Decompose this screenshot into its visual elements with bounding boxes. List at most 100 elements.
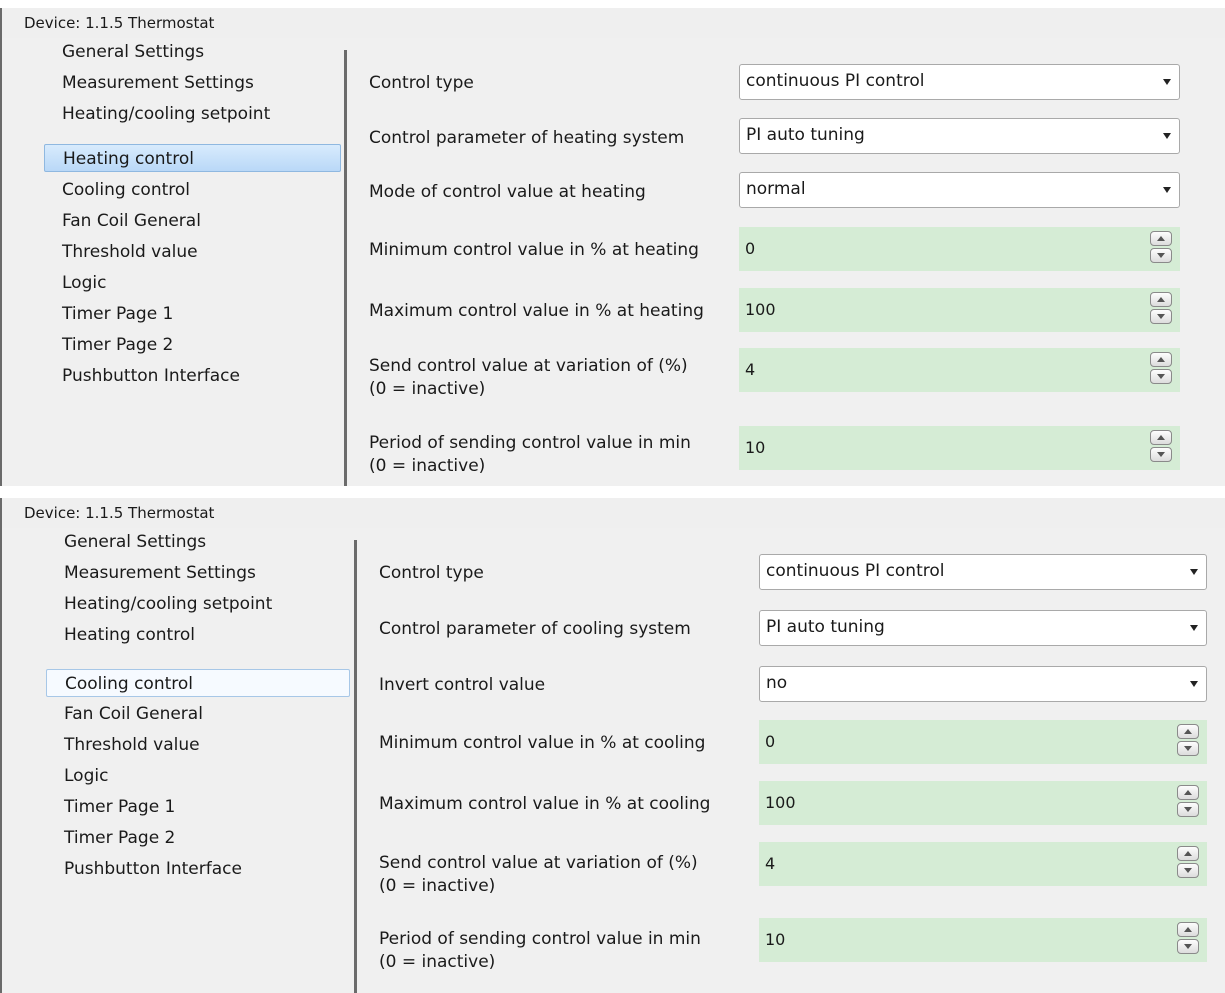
param-label-minimum-control-value: Minimum control value in % at heating [369, 240, 699, 260]
minimum-control-value-field[interactable]: 0 [759, 720, 1207, 764]
param-label-period-of-sending: Period of sending control value in min (… [369, 432, 691, 478]
param-label-period-of-sending: Period of sending control value in min (… [379, 928, 701, 974]
chevron-down-icon [1163, 133, 1171, 139]
arrow-up-icon[interactable] [1150, 231, 1172, 246]
period-of-sending-line2: (0 = inactive) [379, 952, 496, 972]
spinner [1150, 430, 1174, 464]
minimum-control-value-field[interactable]: 0 [739, 227, 1180, 271]
minimum-control-value: 0 [745, 239, 756, 258]
parameter-content: Control type continuous PI control Contr… [357, 540, 1225, 993]
chevron-down-icon [1163, 187, 1171, 193]
send-control-value-line2: (0 = inactive) [379, 876, 496, 896]
param-label-maximum-control-value: Maximum control value in % at heating [369, 301, 704, 321]
spinner [1177, 785, 1201, 819]
control-parameter-value: PI auto tuning [746, 125, 865, 145]
arrow-up-icon[interactable] [1150, 352, 1172, 367]
spinner [1177, 922, 1201, 956]
send-control-value-line1: Send control value at variation of (%) [379, 853, 698, 873]
device-title: Device: 1.1.5 Thermostat [24, 14, 215, 32]
thermostat-panel-heating: Device: 1.1.5 Thermostat General Setting… [0, 8, 1225, 486]
nav-item-cooling-control[interactable]: Cooling control [46, 669, 350, 697]
period-of-sending-line2: (0 = inactive) [369, 456, 486, 476]
control-type-select[interactable]: continuous PI control [739, 64, 1180, 100]
nav-item-cooling-control[interactable]: Cooling control [44, 176, 190, 204]
control-parameter-select[interactable]: PI auto tuning [759, 610, 1207, 646]
arrow-down-icon[interactable] [1177, 939, 1199, 954]
period-of-sending-field[interactable]: 10 [759, 918, 1207, 962]
nav-item-fan-coil-general[interactable]: Fan Coil General [46, 700, 203, 728]
control-parameter-select[interactable]: PI auto tuning [739, 118, 1180, 154]
param-label-send-control-value: Send control value at variation of (%) (… [369, 355, 688, 401]
nav-item-heating-control[interactable]: Heating control [46, 621, 195, 649]
nav-item-timer-page-1[interactable]: Timer Page 1 [46, 793, 175, 821]
invert-control-value: no [766, 673, 788, 693]
control-parameter-value: PI auto tuning [766, 617, 885, 637]
panel-titlebar: Device: 1.1.5 Thermostat [2, 8, 1225, 38]
period-of-sending-field[interactable]: 10 [739, 426, 1180, 470]
send-control-value-field[interactable]: 4 [739, 348, 1180, 392]
arrow-down-icon[interactable] [1150, 248, 1172, 263]
nav-item-logic[interactable]: Logic [46, 762, 108, 790]
spinner [1177, 846, 1201, 880]
maximum-control-value: 100 [765, 793, 796, 812]
nav-item-threshold-value[interactable]: Threshold value [44, 238, 198, 266]
arrow-up-icon[interactable] [1150, 430, 1172, 445]
send-control-value-line2: (0 = inactive) [369, 379, 486, 399]
nav-item-logic[interactable]: Logic [44, 269, 106, 297]
nav-item-pushbutton-interface[interactable]: Pushbutton Interface [46, 855, 242, 883]
nav-item-timer-page-1[interactable]: Timer Page 1 [44, 300, 173, 328]
nav-item-measurement-settings[interactable]: Measurement Settings [44, 69, 254, 97]
chevron-down-icon [1163, 79, 1171, 85]
parameter-page-nav: General Settings Measurement Settings He… [2, 38, 344, 486]
maximum-control-value-field[interactable]: 100 [739, 288, 1180, 332]
param-label-control-parameter: Control parameter of cooling system [379, 619, 691, 639]
period-of-sending-value: 10 [745, 438, 766, 457]
period-of-sending-line1: Period of sending control value in min [379, 929, 701, 949]
nav-item-fan-coil-general[interactable]: Fan Coil General [44, 207, 201, 235]
arrow-up-icon[interactable] [1177, 785, 1199, 800]
param-label-send-control-value: Send control value at variation of (%) (… [379, 852, 698, 898]
param-label-maximum-control-value: Maximum control value in % at cooling [379, 794, 711, 814]
arrow-down-icon[interactable] [1177, 802, 1199, 817]
nav-item-threshold-value[interactable]: Threshold value [46, 731, 200, 759]
mode-of-control-select[interactable]: normal [739, 172, 1180, 208]
nav-item-timer-page-2[interactable]: Timer Page 2 [46, 824, 175, 852]
nav-item-pushbutton-interface[interactable]: Pushbutton Interface [44, 362, 240, 390]
panel-titlebar: Device: 1.1.5 Thermostat [2, 498, 1225, 528]
invert-control-value-select[interactable]: no [759, 666, 1207, 702]
param-label-invert-control-value: Invert control value [379, 675, 546, 695]
control-type-select[interactable]: continuous PI control [759, 554, 1207, 590]
period-of-sending-line1: Period of sending control value in min [369, 433, 691, 453]
nav-item-timer-page-2[interactable]: Timer Page 2 [44, 331, 173, 359]
control-type-value: continuous PI control [766, 561, 945, 581]
period-of-sending-value: 10 [765, 930, 786, 949]
param-label-control-type: Control type [369, 73, 474, 93]
spinner [1150, 352, 1174, 386]
send-control-value: 4 [765, 854, 776, 873]
arrow-down-icon[interactable] [1150, 447, 1172, 462]
arrow-up-icon[interactable] [1177, 724, 1199, 739]
nav-item-general-settings[interactable]: General Settings [44, 38, 204, 66]
maximum-control-value-field[interactable]: 100 [759, 781, 1207, 825]
arrow-up-icon[interactable] [1177, 846, 1199, 861]
arrow-down-icon[interactable] [1150, 369, 1172, 384]
spinner [1150, 231, 1174, 265]
chevron-down-icon [1190, 625, 1198, 631]
nav-item-heating-cooling-setpoint[interactable]: Heating/cooling setpoint [46, 590, 272, 618]
param-label-minimum-control-value: Minimum control value in % at cooling [379, 733, 706, 753]
nav-item-heating-control[interactable]: Heating control [44, 144, 341, 172]
arrow-down-icon[interactable] [1150, 309, 1172, 324]
arrow-up-icon[interactable] [1150, 292, 1172, 307]
arrow-down-icon[interactable] [1177, 863, 1199, 878]
device-title: Device: 1.1.5 Thermostat [24, 504, 215, 522]
minimum-control-value: 0 [765, 732, 776, 751]
nav-item-heating-cooling-setpoint[interactable]: Heating/cooling setpoint [44, 100, 270, 128]
spinner [1150, 292, 1174, 326]
param-label-control-parameter: Control parameter of heating system [369, 128, 685, 148]
send-control-value-field[interactable]: 4 [759, 842, 1207, 886]
nav-item-measurement-settings[interactable]: Measurement Settings [46, 559, 256, 587]
arrow-down-icon[interactable] [1177, 741, 1199, 756]
nav-item-general-settings[interactable]: General Settings [46, 528, 206, 556]
arrow-up-icon[interactable] [1177, 922, 1199, 937]
send-control-value-line1: Send control value at variation of (%) [369, 356, 688, 376]
